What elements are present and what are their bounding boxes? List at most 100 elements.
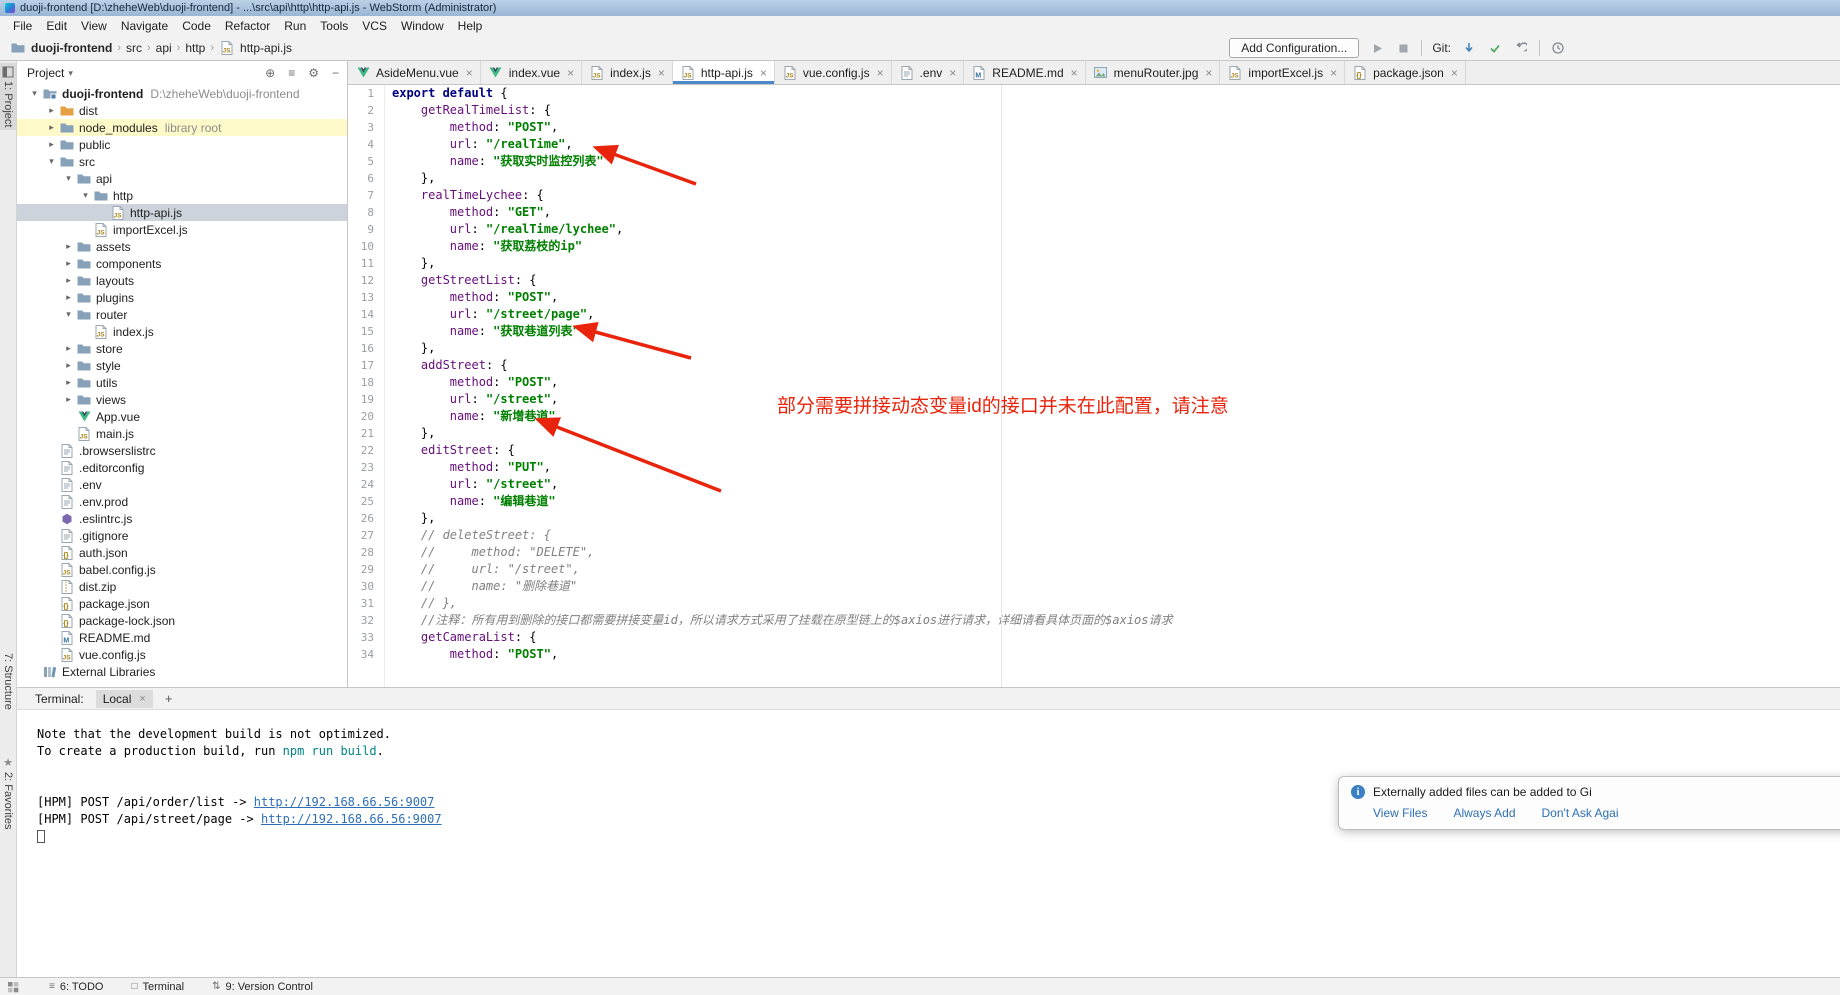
chevron-down-icon[interactable]: ▾ bbox=[61, 173, 76, 184]
code-line-30[interactable]: 30 // name: "删除巷道" bbox=[348, 578, 1840, 595]
code-line-17[interactable]: 17 addStreet: { bbox=[348, 357, 1840, 374]
tree-item-package-lock.json[interactable]: {}package-lock.json bbox=[17, 612, 347, 629]
tree-item-http-api.js[interactable]: JShttp-api.js bbox=[17, 204, 347, 221]
tree-item-babel.config.js[interactable]: JSbabel.config.js bbox=[17, 561, 347, 578]
chevron-right-icon[interactable]: ▸ bbox=[44, 139, 59, 150]
tab-index.vue[interactable]: index.vue× bbox=[481, 61, 582, 84]
chevron-right-icon[interactable]: ▸ bbox=[44, 122, 59, 133]
close-tab-icon[interactable]: × bbox=[1205, 66, 1212, 80]
run-icon[interactable] bbox=[1369, 40, 1385, 56]
tree-item-views[interactable]: ▸views bbox=[17, 391, 347, 408]
tree-item-importExcel.js[interactable]: JSimportExcel.js bbox=[17, 221, 347, 238]
tree-item-index.js[interactable]: JSindex.js bbox=[17, 323, 347, 340]
code-line-14[interactable]: 14 url: "/street/page", bbox=[348, 306, 1840, 323]
menu-code[interactable]: Code bbox=[175, 17, 218, 35]
tree-item-store[interactable]: ▸store bbox=[17, 340, 347, 357]
tree-item-router[interactable]: ▾router bbox=[17, 306, 347, 323]
tree-item-.env[interactable]: .env bbox=[17, 476, 347, 493]
code-line-12[interactable]: 12 getStreetList: { bbox=[348, 272, 1840, 289]
breadcrumb-http[interactable]: http bbox=[185, 41, 205, 55]
code-line-9[interactable]: 9 url: "/realTime/lychee", bbox=[348, 221, 1840, 238]
tab-index.js[interactable]: JSindex.js× bbox=[582, 61, 673, 84]
gear-icon[interactable]: ⚙ bbox=[308, 66, 319, 80]
tree-item-package.json[interactable]: {}package.json bbox=[17, 595, 347, 612]
tree-item-.env.prod[interactable]: .env.prod bbox=[17, 493, 347, 510]
tab-importExcel.js[interactable]: JSimportExcel.js× bbox=[1220, 61, 1345, 84]
menu-file[interactable]: File bbox=[6, 17, 39, 35]
code-line-11[interactable]: 11 }, bbox=[348, 255, 1840, 272]
chevron-right-icon[interactable]: ▸ bbox=[61, 292, 76, 303]
code-line-27[interactable]: 27 // deleteStreet: { bbox=[348, 527, 1840, 544]
tab-package.json[interactable]: {}package.json× bbox=[1345, 61, 1466, 84]
add-configuration-button[interactable]: Add Configuration... bbox=[1229, 38, 1359, 58]
close-tab-icon[interactable]: × bbox=[1330, 66, 1337, 80]
tree-item-utils[interactable]: ▸utils bbox=[17, 374, 347, 391]
git-commit-icon[interactable] bbox=[1487, 40, 1503, 56]
code-line-34[interactable]: 34 method: "POST", bbox=[348, 646, 1840, 663]
chevron-down-icon[interactable]: ▾ bbox=[78, 190, 93, 201]
code-line-16[interactable]: 16 }, bbox=[348, 340, 1840, 357]
chevron-down-icon[interactable]: ▾ bbox=[61, 309, 76, 320]
tree-item-duoji-frontend[interactable]: ▾duoji-frontendD:\zheheWeb\duoji-fronten… bbox=[17, 85, 347, 102]
breadcrumb-src[interactable]: src bbox=[126, 41, 142, 55]
tab-AsideMenu.vue[interactable]: AsideMenu.vue× bbox=[348, 61, 481, 84]
tree-item-src[interactable]: ▾src bbox=[17, 153, 347, 170]
tree-item-assets[interactable]: ▸assets bbox=[17, 238, 347, 255]
menu-edit[interactable]: Edit bbox=[39, 17, 74, 35]
local-history-clock-icon[interactable] bbox=[1550, 40, 1566, 56]
close-tab-icon[interactable]: × bbox=[466, 66, 473, 80]
code-line-24[interactable]: 24 url: "/street", bbox=[348, 476, 1840, 493]
terminal-link[interactable]: http://192.168.66.56:9007 bbox=[254, 795, 435, 809]
menu-run[interactable]: Run bbox=[277, 17, 313, 35]
tree-item-http[interactable]: ▾http bbox=[17, 187, 347, 204]
code-line-33[interactable]: 33 getCameraList: { bbox=[348, 629, 1840, 646]
close-tab-icon[interactable]: × bbox=[1071, 66, 1078, 80]
chevron-right-icon[interactable]: ▸ bbox=[61, 360, 76, 371]
close-tab-icon[interactable]: × bbox=[877, 66, 884, 80]
tool-window-button-structure[interactable]: 7: Structure bbox=[0, 650, 16, 713]
menu-window[interactable]: Window bbox=[394, 17, 451, 35]
status-item-9-version-control[interactable]: ⇅9: Version Control bbox=[212, 981, 313, 993]
tree-item-External Libraries[interactable]: External Libraries bbox=[17, 663, 347, 680]
tree-item-dist.zip[interactable]: dist.zip bbox=[17, 578, 347, 595]
breadcrumb-http-api.js[interactable]: http-api.js bbox=[240, 41, 292, 55]
code-line-25[interactable]: 25 name: "编辑巷道" bbox=[348, 493, 1840, 510]
tree-item-style[interactable]: ▸style bbox=[17, 357, 347, 374]
notification-action-don-t-ask-agai[interactable]: Don't Ask Agai bbox=[1542, 806, 1619, 820]
code-line-4[interactable]: 4 url: "/realTime", bbox=[348, 136, 1840, 153]
close-icon[interactable]: × bbox=[139, 693, 145, 705]
terminal-link[interactable]: http://192.168.66.56:9007 bbox=[261, 812, 442, 826]
close-tab-icon[interactable]: × bbox=[949, 66, 956, 80]
code-line-5[interactable]: 5 name: "获取实时监控列表" bbox=[348, 153, 1840, 170]
tab-.env[interactable]: .env× bbox=[892, 61, 965, 84]
code-line-7[interactable]: 7 realTimeLychee: { bbox=[348, 187, 1840, 204]
git-update-icon[interactable] bbox=[1461, 40, 1477, 56]
tool-window-switcher-icon[interactable] bbox=[5, 981, 21, 993]
chevron-right-icon[interactable]: ▸ bbox=[61, 241, 76, 252]
tool-window-button-project[interactable]: 1: Project bbox=[0, 63, 16, 130]
code-line-23[interactable]: 23 method: "PUT", bbox=[348, 459, 1840, 476]
tree-item-plugins[interactable]: ▸plugins bbox=[17, 289, 347, 306]
terminal-output[interactable]: Note that the development build is not o… bbox=[17, 710, 1840, 977]
tab-vue.config.js[interactable]: JSvue.config.js× bbox=[775, 61, 892, 84]
tree-item-main.js[interactable]: JSmain.js bbox=[17, 425, 347, 442]
chevron-down-icon[interactable]: ▾ bbox=[44, 156, 59, 167]
rollback-icon[interactable] bbox=[1513, 40, 1529, 56]
tree-item-.editorconfig[interactable]: .editorconfig bbox=[17, 459, 347, 476]
chevron-down-icon[interactable]: ▾ bbox=[68, 68, 73, 79]
code-line-29[interactable]: 29 // url: "/street", bbox=[348, 561, 1840, 578]
status-item-6-todo[interactable]: ≡6: TODO bbox=[49, 981, 103, 993]
code-line-1[interactable]: 1export default { bbox=[348, 85, 1840, 102]
menu-view[interactable]: View bbox=[74, 17, 114, 35]
chevron-down-icon[interactable]: ▾ bbox=[27, 88, 42, 99]
chevron-right-icon[interactable]: ▸ bbox=[61, 343, 76, 354]
menu-navigate[interactable]: Navigate bbox=[114, 17, 175, 35]
menu-help[interactable]: Help bbox=[451, 17, 490, 35]
code-line-32[interactable]: 32 //注释：所有用到删除的接口都需要拼接变量id，所以请求方式采用了挂载在原… bbox=[348, 612, 1840, 629]
close-tab-icon[interactable]: × bbox=[658, 66, 665, 80]
notification-action-always-add[interactable]: Always Add bbox=[1453, 806, 1515, 820]
code-line-6[interactable]: 6 }, bbox=[348, 170, 1840, 187]
tree-item-layouts[interactable]: ▸layouts bbox=[17, 272, 347, 289]
close-tab-icon[interactable]: × bbox=[1451, 66, 1458, 80]
tree-item-public[interactable]: ▸public bbox=[17, 136, 347, 153]
